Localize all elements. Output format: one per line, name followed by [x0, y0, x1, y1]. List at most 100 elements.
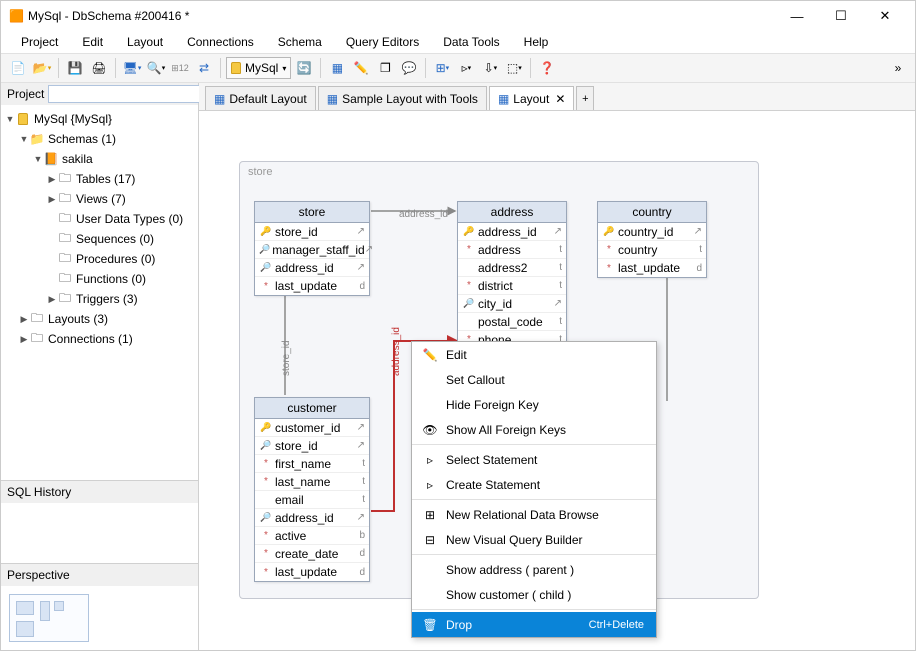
ctx-icon: ⊟	[420, 533, 440, 547]
table-country[interactable]: country 🔑country_id↗*countryt*last_updat…	[597, 201, 707, 278]
perspective-minimap[interactable]	[9, 594, 89, 642]
column-row[interactable]: 🔑address_id↗	[458, 223, 566, 241]
column-row[interactable]: *last_namet	[255, 473, 369, 491]
tree-sequences[interactable]: 🗀Sequences (0)	[1, 229, 198, 249]
diagram-canvas[interactable]: store address_id store_id address_id sto…	[199, 111, 915, 650]
column-icon: *	[259, 567, 273, 578]
column-icon: *	[259, 548, 273, 559]
menu-data-tools[interactable]: Data Tools	[443, 35, 499, 49]
column-row[interactable]: 🔑country_id↗	[598, 223, 706, 241]
ctx-accel: Ctrl+Delete	[589, 619, 648, 631]
minimize-button[interactable]: —	[775, 1, 819, 31]
tree-layouts[interactable]: ▶🗀Layouts (3)	[1, 309, 198, 329]
ctx-hide-foreign-key[interactable]: Hide Foreign Key	[412, 392, 656, 417]
perspective-header[interactable]: Perspective	[1, 564, 198, 586]
tree-schemas[interactable]: ▼📁Schemas (1)	[1, 129, 198, 149]
overflow-button[interactable]: »	[887, 57, 909, 79]
column-row[interactable]: postal_codet	[458, 313, 566, 331]
ctx-select-statement[interactable]: ▹Select Statement	[412, 447, 656, 472]
column-name: store_id	[273, 439, 353, 453]
refresh-button[interactable]: 🔄	[293, 57, 315, 79]
column-type: ↗	[365, 244, 373, 255]
comment-button[interactable]: 💬	[398, 57, 420, 79]
column-row[interactable]: emailt	[255, 491, 369, 509]
ctx-new-relational-data-browse[interactable]: ⊞New Relational Data Browse	[412, 502, 656, 527]
column-name: email	[273, 493, 353, 507]
column-type: ↗	[550, 226, 562, 237]
ctx-drop[interactable]: 🗑DropCtrl+Delete	[412, 612, 656, 637]
column-row[interactable]: *create_dated	[255, 545, 369, 563]
menu-layout[interactable]: Layout	[127, 35, 163, 49]
zoom-fit-button[interactable]: 🖥▾	[121, 57, 143, 79]
copy-button[interactable]: ❐	[374, 57, 396, 79]
column-row[interactable]: *last_updated	[255, 277, 369, 295]
tree-udt[interactable]: 🗀User Data Types (0)	[1, 209, 198, 229]
export-button[interactable]: ⇩▾	[479, 57, 501, 79]
table-store[interactable]: store 🔑store_id↗🔎manager_staff_id↗🔎addre…	[254, 201, 370, 296]
ctx-label: Select Statement	[440, 453, 648, 467]
open-button[interactable]: 📂▾	[31, 57, 53, 79]
tree-procedures[interactable]: 🗀Procedures (0)	[1, 249, 198, 269]
tree-connections[interactable]: ▶🗀Connections (1)	[1, 329, 198, 349]
column-row[interactable]: 🔎city_id↗	[458, 295, 566, 313]
column-row[interactable]: *districtt	[458, 277, 566, 295]
tab-sample-layout[interactable]: ▦Sample Layout with Tools	[318, 86, 487, 110]
column-row[interactable]: *first_namet	[255, 455, 369, 473]
edit-tool-button[interactable]: ✏️	[350, 57, 372, 79]
help-button[interactable]: ❓	[536, 57, 558, 79]
column-row[interactable]: 🔎address_id↗	[255, 259, 369, 277]
ctx-edit[interactable]: ✏️Edit	[412, 342, 656, 367]
menu-schema[interactable]: Schema	[278, 35, 322, 49]
maximize-button[interactable]: ☐	[819, 1, 863, 31]
loader-button[interactable]: ⬚▾	[503, 57, 525, 79]
close-button[interactable]: ✕	[863, 1, 907, 31]
table-button[interactable]: ▦	[326, 57, 348, 79]
menu-help[interactable]: Help	[524, 35, 549, 49]
zoom-button[interactable]: 🔍▾	[145, 57, 167, 79]
column-row[interactable]: *addresst	[458, 241, 566, 259]
ctx-show-address-parent-[interactable]: Show address ( parent )	[412, 557, 656, 582]
tab-layout[interactable]: ▦Layout✕	[489, 86, 574, 110]
column-row[interactable]: *countryt	[598, 241, 706, 259]
ctx-create-statement[interactable]: ▹Create Statement	[412, 472, 656, 497]
column-type: t	[353, 476, 365, 487]
grid-button[interactable]: ⊞12	[169, 57, 191, 79]
tree-triggers[interactable]: ▶🗀Triggers (3)	[1, 289, 198, 309]
tree-tables[interactable]: ▶🗀Tables (17)	[1, 169, 198, 189]
ctx-set-callout[interactable]: Set Callout	[412, 367, 656, 392]
column-row[interactable]: 🔎manager_staff_id↗	[255, 241, 369, 259]
menu-query-editors[interactable]: Query Editors	[346, 35, 419, 49]
project-search-input[interactable]	[48, 85, 213, 103]
menu-edit[interactable]: Edit	[82, 35, 103, 49]
print-button[interactable]: 🖨	[88, 57, 110, 79]
sql-history-header[interactable]: SQL History	[1, 481, 198, 503]
column-row[interactable]: *last_updated	[598, 259, 706, 277]
tab-default-layout[interactable]: ▦Default Layout	[205, 86, 316, 110]
table-customer[interactable]: customer 🔑customer_id↗🔎store_id↗*first_n…	[254, 397, 370, 582]
save-button[interactable]: 💾	[64, 57, 86, 79]
tab-close-icon[interactable]: ✕	[555, 92, 565, 106]
column-row[interactable]: address2t	[458, 259, 566, 277]
column-row[interactable]: 🔎store_id↗	[255, 437, 369, 455]
menu-project[interactable]: Project	[21, 35, 58, 49]
column-row[interactable]: *last_updated	[255, 563, 369, 581]
column-row[interactable]: 🔑store_id↗	[255, 223, 369, 241]
new-button[interactable]: 📄	[7, 57, 29, 79]
ctx-show-all-foreign-keys[interactable]: 👁Show All Foreign Keys	[412, 417, 656, 442]
browse-button[interactable]: ⊞▾	[431, 57, 453, 79]
tree-views[interactable]: ▶🗀Views (7)	[1, 189, 198, 209]
ctx-show-customer-child-[interactable]: Show customer ( child )	[412, 582, 656, 607]
ctx-label: Set Callout	[440, 373, 648, 387]
tree-functions[interactable]: 🗀Functions (0)	[1, 269, 198, 289]
column-row[interactable]: *activeb	[255, 527, 369, 545]
menu-connections[interactable]: Connections	[187, 35, 254, 49]
tab-add-button[interactable]: +	[576, 86, 594, 110]
sync-button[interactable]: ⇄	[193, 57, 215, 79]
column-row[interactable]: 🔑customer_id↗	[255, 419, 369, 437]
tree-db-sakila[interactable]: ▼📙sakila	[1, 149, 198, 169]
column-row[interactable]: 🔎address_id↗	[255, 509, 369, 527]
tree-root[interactable]: ▼MySql {MySql}	[1, 109, 198, 129]
ctx-new-visual-query-builder[interactable]: ⊟New Visual Query Builder	[412, 527, 656, 552]
db-selector[interactable]: MySql ▾	[226, 57, 291, 79]
sql-button[interactable]: ▹▾	[455, 57, 477, 79]
